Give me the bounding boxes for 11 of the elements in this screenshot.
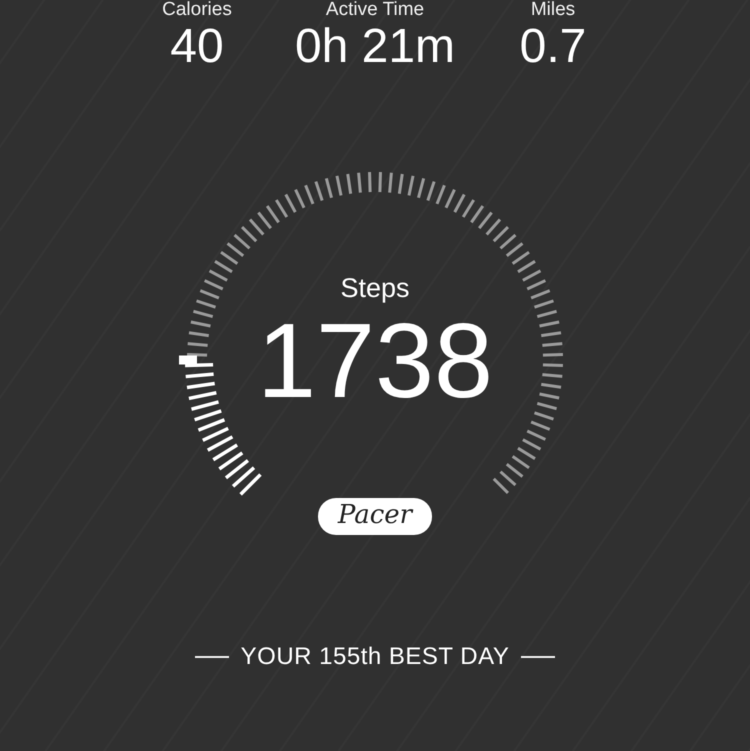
stat-label: Calories bbox=[162, 0, 232, 20]
gauge-marker bbox=[179, 356, 197, 364]
app-logo: Pacer bbox=[318, 498, 432, 535]
stat-value: 0h 21m bbox=[294, 20, 456, 74]
stat-label: Active Time bbox=[326, 0, 424, 20]
stat-value: 40 bbox=[170, 20, 224, 74]
steps-label: Steps bbox=[340, 272, 410, 304]
best-day-text: YOUR 155th BEST DAY bbox=[240, 643, 510, 671]
stat-label: Miles bbox=[530, 0, 576, 20]
stat-value: 0.7 bbox=[520, 20, 586, 74]
steps-count: 1738 bbox=[257, 306, 493, 416]
